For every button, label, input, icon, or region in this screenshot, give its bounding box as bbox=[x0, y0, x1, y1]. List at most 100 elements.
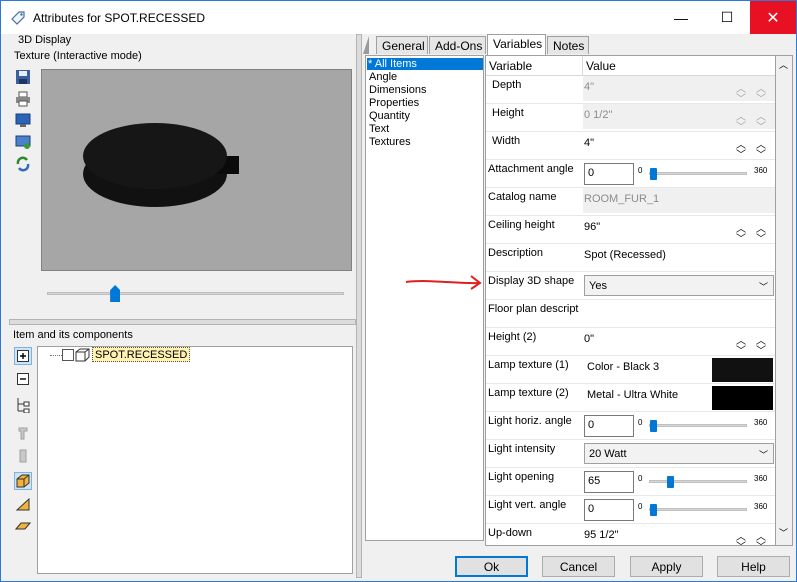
maximize-button[interactable]: ☐ bbox=[704, 1, 750, 34]
row-light-vert-angle[interactable]: Light vert. angle 0 0 360 bbox=[486, 496, 775, 524]
scroll-down-icon[interactable]: ﹀ bbox=[779, 526, 788, 539]
3d-viewport[interactable] bbox=[41, 69, 352, 271]
row-display-3d-shape[interactable]: Display 3D shape Yes ﹀ bbox=[486, 272, 775, 300]
light-vert-angle-slider[interactable] bbox=[650, 504, 657, 516]
row-light-horiz-angle[interactable]: Light horiz. angle 0 0 360 bbox=[486, 412, 775, 440]
row-description[interactable]: Description Spot (Recessed) bbox=[486, 244, 775, 272]
row-height[interactable]: Height 0 1/2" ︿ ︿ ﹀ ﹀ bbox=[486, 104, 775, 133]
row-name: Height bbox=[492, 107, 524, 119]
display-3d-shape-select[interactable]: Yes ﹀ bbox=[584, 275, 774, 296]
3d-view-slider[interactable] bbox=[41, 277, 352, 305]
light-opening-slider[interactable] bbox=[666, 476, 674, 488]
plane-icon[interactable] bbox=[14, 516, 32, 534]
row-value: Metal - Ultra White bbox=[587, 389, 679, 401]
spinner[interactable]: ︿︿﹀﹀ bbox=[734, 331, 768, 357]
monitor-settings-icon[interactable] bbox=[14, 133, 32, 151]
category-text[interactable]: Text bbox=[368, 123, 390, 135]
category-textures[interactable]: Textures bbox=[368, 136, 412, 148]
slider-max-label: 360 bbox=[754, 166, 768, 175]
row-lamp-texture-2[interactable]: Lamp texture (2) Metal - Ultra White bbox=[486, 384, 775, 412]
spinner[interactable]: ︿︿﹀﹀ bbox=[734, 527, 768, 545]
slider-min-label: 0 bbox=[638, 474, 643, 483]
row-light-opening[interactable]: Light opening 65 0 360 bbox=[486, 468, 775, 496]
slider-thumb[interactable] bbox=[110, 285, 121, 302]
category-angle[interactable]: Angle bbox=[368, 71, 398, 83]
row-name: Attachment angle bbox=[488, 163, 574, 175]
box-icon[interactable] bbox=[14, 472, 32, 490]
attachment-angle-input[interactable]: 0 bbox=[584, 163, 634, 185]
spinner: ︿ ︿ ﹀ ﹀ bbox=[736, 112, 766, 133]
category-dimensions[interactable]: Dimensions bbox=[368, 84, 427, 96]
row-depth[interactable]: Depth 4" ︿ ︿ ﹀ ﹀ bbox=[486, 76, 775, 105]
row-up-down[interactable]: Up-down 95 1/2" ︿︿﹀﹀ bbox=[486, 524, 775, 545]
row-floor-plan-description[interactable]: Floor plan descript bbox=[486, 300, 775, 328]
row-name: Ceiling height bbox=[488, 219, 555, 231]
box-icon bbox=[75, 348, 90, 362]
color-swatch[interactable] bbox=[712, 386, 773, 410]
tree-item-spot-recessed[interactable]: SPOT.RECESSED bbox=[92, 347, 191, 362]
category-list[interactable]: * All Items Angle Dimensions Properties … bbox=[365, 55, 484, 541]
row-name: Floor plan descript bbox=[488, 303, 579, 315]
row-name: Light horiz. angle bbox=[488, 415, 572, 427]
light-vert-angle-input[interactable]: 0 bbox=[584, 499, 634, 521]
slider-track bbox=[649, 480, 747, 483]
help-button[interactable]: Help bbox=[717, 556, 790, 577]
handle-icon bbox=[14, 423, 32, 441]
print-icon[interactable] bbox=[14, 90, 32, 108]
close-button[interactable]: ✕ bbox=[750, 1, 796, 34]
spinner[interactable]: ︿︿﹀﹀ bbox=[734, 219, 768, 245]
row-height-2[interactable]: Height (2) 0" ︿ ︿ ﹀ ﹀ bbox=[486, 328, 775, 357]
row-attachment-angle[interactable]: Attachment angle 0 0 360 bbox=[486, 160, 775, 188]
row-width[interactable]: Width 4" ︿ ︿ ﹀ ﹀ bbox=[486, 132, 775, 161]
vertical-splitter[interactable] bbox=[356, 34, 362, 578]
tab-general[interactable]: General bbox=[376, 36, 428, 54]
column-header-value[interactable]: Value bbox=[583, 56, 775, 76]
tree-checkbox[interactable] bbox=[62, 349, 74, 361]
expand-icon[interactable] bbox=[14, 347, 32, 365]
components-tree[interactable]: SPOT.RECESSED bbox=[37, 346, 353, 574]
category-all-items[interactable]: * All Items bbox=[367, 58, 483, 70]
tree-icon[interactable] bbox=[14, 396, 32, 414]
horizontal-splitter[interactable] bbox=[9, 319, 356, 325]
attachment-angle-slider[interactable] bbox=[650, 168, 657, 180]
monitor-icon[interactable] bbox=[14, 111, 32, 129]
collapse-icon[interactable] bbox=[14, 370, 32, 388]
slider-track bbox=[649, 172, 747, 175]
apply-button[interactable]: Apply bbox=[630, 556, 703, 577]
row-value: 0" bbox=[584, 333, 595, 345]
row-lamp-texture-1[interactable]: Lamp texture (1) Color - Black 3 bbox=[486, 356, 775, 384]
row-value: 95 1/2" bbox=[584, 529, 619, 541]
handle-icon bbox=[14, 446, 32, 464]
refresh-icon[interactable] bbox=[14, 155, 32, 173]
row-light-intensity[interactable]: Light intensity 20 Watt ﹀ bbox=[486, 440, 775, 468]
tab-notes[interactable]: Notes bbox=[547, 36, 589, 54]
tab-add-ons[interactable]: Add-Ons bbox=[429, 36, 486, 54]
grid-scrollbar[interactable]: ︿ ﹀ bbox=[776, 55, 793, 546]
cancel-button[interactable]: Cancel bbox=[542, 556, 615, 577]
light-horiz-angle-input[interactable]: 0 bbox=[584, 415, 634, 437]
save-icon[interactable] bbox=[14, 68, 32, 86]
annotation-arrow-icon bbox=[405, 275, 482, 290]
slider-track bbox=[649, 424, 747, 427]
light-intensity-select[interactable]: 20 Watt ﹀ bbox=[584, 443, 774, 464]
tab-variables[interactable]: Variables bbox=[487, 34, 546, 55]
category-quantity[interactable]: Quantity bbox=[368, 110, 411, 122]
scroll-up-icon[interactable]: ︿ bbox=[779, 58, 788, 71]
row-catalog-name[interactable]: Catalog name ROOM_FUR_1 bbox=[486, 188, 775, 216]
light-opening-input[interactable]: 65 bbox=[584, 471, 634, 493]
texture-mode-label: Texture (Interactive mode) bbox=[14, 50, 142, 62]
row-ceiling-height[interactable]: Ceiling height 96" ︿ ︿ ﹀ ﹀ bbox=[486, 216, 775, 245]
wedge-icon[interactable] bbox=[14, 495, 32, 513]
spinner[interactable]: ︿︿﹀﹀ bbox=[734, 135, 768, 161]
minimize-button[interactable]: — bbox=[658, 1, 704, 34]
category-properties[interactable]: Properties bbox=[368, 97, 420, 109]
row-name: Height (2) bbox=[488, 331, 537, 343]
row-name: Light intensity bbox=[488, 443, 556, 455]
light-horiz-angle-slider[interactable] bbox=[650, 420, 657, 432]
column-header-variable[interactable]: Variable bbox=[486, 56, 583, 76]
ok-button[interactable]: Ok bbox=[455, 556, 528, 577]
row-name: Display 3D shape bbox=[488, 275, 575, 287]
color-swatch[interactable] bbox=[712, 358, 773, 382]
slider-min-label: 0 bbox=[638, 166, 643, 175]
tab-strip-edge bbox=[363, 36, 369, 54]
